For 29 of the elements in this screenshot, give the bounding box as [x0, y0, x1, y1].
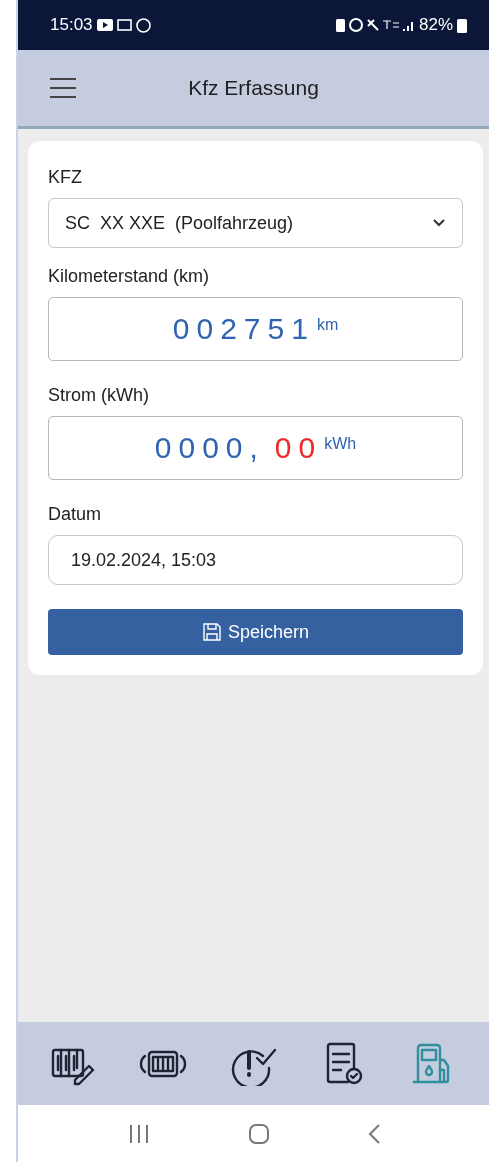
field-label: Kilometerstand (km)	[48, 266, 211, 287]
status-time: 15:03	[50, 15, 93, 35]
field-label: KFZ	[48, 167, 83, 188]
network-icon	[382, 20, 399, 30]
field-label: Strom (kWh)	[48, 385, 150, 406]
unit-label: kWh	[324, 435, 357, 453]
home-button[interactable]	[247, 1122, 270, 1145]
chat-icon	[135, 17, 151, 33]
field-label: Datum	[48, 504, 102, 525]
app-title: Kfz Erfassung	[187, 76, 320, 100]
date-field[interactable]: 19.02.2024, 15:03	[48, 535, 463, 585]
battery-percent: 82%	[418, 15, 453, 35]
integer-digits: 0000,	[154, 431, 265, 465]
vehicle-select[interactable]: SC XX XXE (Poolfahrzeug)	[48, 198, 463, 248]
battery-icon	[457, 17, 467, 33]
phone-icon	[335, 18, 345, 32]
unit-label: km	[316, 316, 339, 334]
menu-icon[interactable]	[48, 76, 78, 100]
save-button[interactable]: Speichern	[48, 609, 463, 655]
mute-icon	[366, 19, 379, 31]
video-play-icon	[96, 19, 113, 31]
chevron-down-icon	[432, 218, 446, 228]
save-icon	[201, 622, 222, 642]
message-icon	[116, 19, 132, 31]
mileage-digits: 002751	[172, 312, 315, 346]
decimal-digits: 00	[274, 431, 323, 465]
signal-icon	[402, 19, 415, 31]
alarm-icon	[348, 18, 363, 32]
back-button[interactable]	[366, 1122, 381, 1145]
